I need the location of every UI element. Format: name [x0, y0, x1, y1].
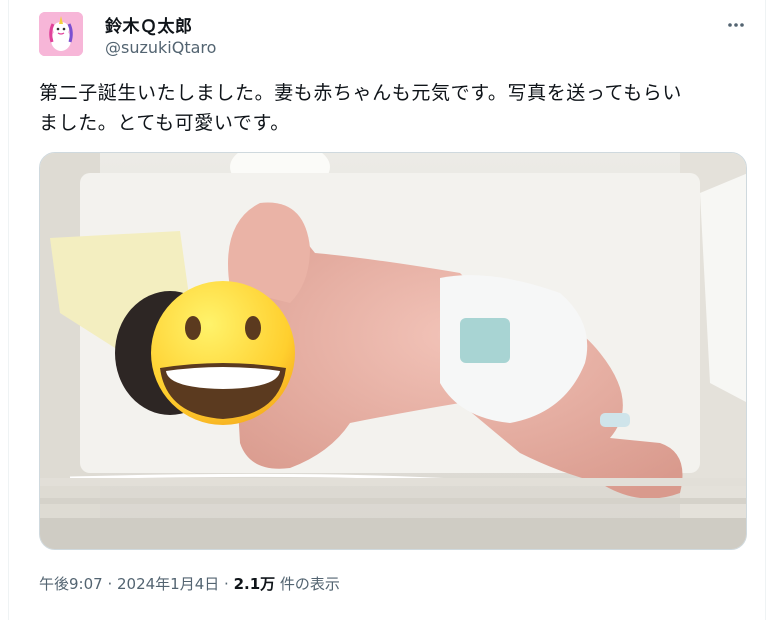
- more-options-button[interactable]: [719, 8, 753, 42]
- views-count[interactable]: 2.1万: [234, 575, 276, 593]
- author-display-name[interactable]: 鈴木Ｑ太郎: [105, 12, 193, 37]
- tweet-meta: 午後9:07 · 2024年1月4日 · 2.1万 件の表示: [39, 573, 340, 594]
- grinning-face-emoji-icon: [151, 281, 295, 425]
- meta-separator: ·: [102, 575, 117, 593]
- tweet-photo[interactable]: [39, 152, 747, 550]
- more-dots-icon: [728, 23, 744, 27]
- views-label: 件の表示: [275, 575, 340, 593]
- avatar[interactable]: [39, 12, 83, 56]
- tweet-text-line-2: ました。とても可愛いです。: [39, 112, 290, 134]
- tweet-text: 第二子誕生いたしました。妻も赤ちゃんも元気です。写真を送ってもらい ました。とて…: [39, 78, 751, 138]
- author-handle[interactable]: @suzukiQtaro: [105, 38, 216, 57]
- meta-separator-2: ·: [219, 575, 234, 593]
- unicorn-icon: [39, 12, 83, 56]
- tweet-time[interactable]: 午後9:07: [39, 575, 103, 593]
- baby-photo-illustration: [40, 153, 746, 549]
- tweet-card: 鈴木Ｑ太郎 @suzukiQtaro 第二子誕生いたしました。妻も赤ちゃんも元気…: [8, 0, 766, 620]
- tweet-date[interactable]: 2024年1月4日: [117, 575, 219, 593]
- tweet-text-line-1: 第二子誕生いたしました。妻も赤ちゃんも元気です。写真を送ってもらい: [39, 82, 683, 104]
